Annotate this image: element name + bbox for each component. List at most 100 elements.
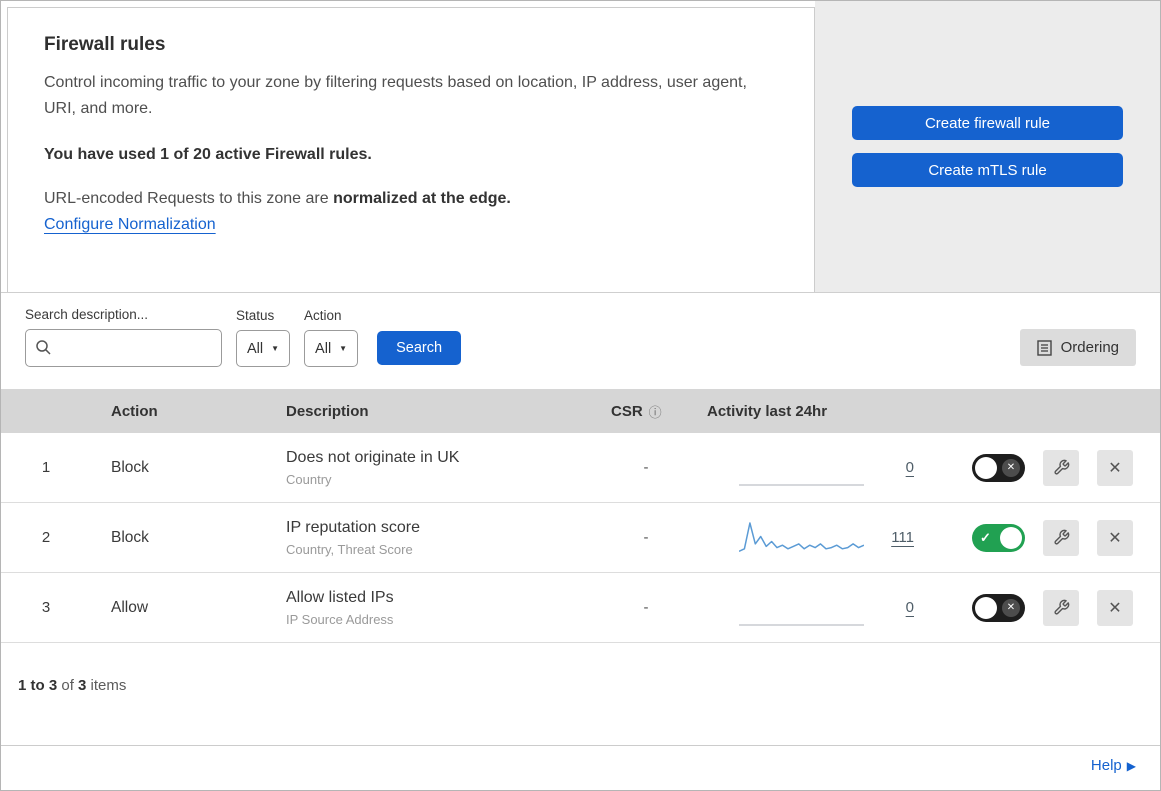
delete-rule-button[interactable]: ✕ bbox=[1097, 589, 1133, 626]
toggle-knob bbox=[975, 456, 997, 479]
rules-usage-text: You have used 1 of 20 active Firewall ru… bbox=[44, 145, 372, 163]
wrench-icon bbox=[1053, 459, 1069, 475]
configure-normalization-link[interactable]: Configure Normalization bbox=[44, 216, 216, 234]
rule-fields: Country bbox=[286, 471, 332, 487]
summary-items: items bbox=[86, 677, 127, 694]
rule-enabled-toggle[interactable]: ✓ ✕ bbox=[972, 523, 1025, 552]
ordering-button-label: Ordering bbox=[1060, 339, 1119, 356]
search-group: Search description... bbox=[25, 307, 222, 367]
activity-sparkline bbox=[739, 483, 864, 486]
rule-csr-value: - bbox=[643, 529, 649, 546]
header-csr: CSR ⓘ bbox=[591, 402, 701, 421]
activity-sparkline bbox=[739, 521, 864, 552]
header-description: Description bbox=[286, 402, 369, 420]
activity-count-link[interactable]: 0 bbox=[906, 599, 914, 616]
toggle-x-icon: ✕ bbox=[1002, 458, 1020, 477]
chevron-down-icon: ▼ bbox=[339, 344, 348, 353]
rule-action: Allow bbox=[111, 598, 149, 616]
rule-action: Block bbox=[111, 528, 149, 546]
arrow-right-icon: ▶ bbox=[1126, 759, 1136, 773]
rule-description-cell: IP reputation score Country, Threat Scor… bbox=[266, 519, 591, 557]
rule-activity-cell: 0 bbox=[701, 588, 956, 628]
summary-of: of bbox=[57, 677, 79, 694]
search-field-wrap bbox=[25, 329, 222, 367]
status-filter-group: Status All ▼ bbox=[236, 308, 291, 367]
toggle-knob bbox=[975, 596, 997, 619]
firewall-rules-page: Firewall rules Control incoming traffic … bbox=[0, 0, 1161, 791]
rule-enabled-toggle[interactable]: ✓ ✕ bbox=[972, 453, 1025, 482]
rule-controls: ✓ ✕ ✕ bbox=[956, 589, 1160, 626]
header-activity: Activity last 24hr bbox=[707, 402, 828, 420]
cta-panel: Create firewall rule Create mTLS rule bbox=[815, 1, 1160, 292]
rule-description-cell: Does not originate in UK Country bbox=[266, 449, 591, 487]
action-dropdown[interactable]: All ▼ bbox=[304, 330, 359, 367]
rule-description: Allow listed IPs bbox=[286, 588, 394, 606]
rule-description-cell: Allow listed IPs IP Source Address bbox=[266, 589, 591, 627]
edit-rule-button[interactable] bbox=[1043, 449, 1079, 486]
normalization-prefix: URL-encoded Requests to this zone are bbox=[44, 189, 334, 207]
info-icon[interactable]: ⓘ bbox=[649, 402, 662, 421]
table-row: 3 Allow Allow listed IPs IP Source Addre… bbox=[1, 573, 1160, 643]
filter-bar: Search description... Status All ▼ Action… bbox=[1, 293, 1160, 389]
search-input[interactable] bbox=[25, 329, 222, 367]
toggle-knob bbox=[1000, 526, 1022, 549]
activity-count-link[interactable]: 111 bbox=[891, 529, 914, 546]
search-label: Search description... bbox=[25, 307, 149, 322]
summary-range: 1 to 3 bbox=[18, 677, 58, 694]
rule-fields: IP Source Address bbox=[286, 611, 394, 627]
table-row: 2 Block IP reputation score Country, Thr… bbox=[1, 503, 1160, 573]
status-label: Status bbox=[236, 308, 275, 323]
rule-description: Does not originate in UK bbox=[286, 448, 460, 466]
close-icon: ✕ bbox=[1108, 459, 1122, 477]
pagination-summary: 1 to 3 of 3 items bbox=[1, 643, 1160, 708]
ordering-button[interactable]: Ordering bbox=[1019, 329, 1136, 366]
rule-csr-value: - bbox=[643, 459, 649, 476]
rule-priority: 1 bbox=[41, 459, 51, 476]
toggle-x-icon: ✕ bbox=[1002, 598, 1020, 617]
close-icon: ✕ bbox=[1108, 599, 1122, 617]
page-description: Control incoming traffic to your zone by… bbox=[44, 74, 747, 117]
create-mtls-rule-button[interactable]: Create mTLS rule bbox=[852, 153, 1123, 187]
status-dropdown[interactable]: All ▼ bbox=[236, 330, 291, 367]
header-csr-label: CSR bbox=[611, 402, 643, 420]
toggle-check-icon: ✓ bbox=[980, 529, 991, 545]
activity-sparkline bbox=[739, 623, 864, 626]
page-title: Firewall rules bbox=[44, 34, 166, 55]
chevron-down-icon: ▼ bbox=[271, 344, 280, 353]
list-icon bbox=[1036, 339, 1052, 356]
action-dropdown-value: All bbox=[315, 340, 332, 357]
status-dropdown-value: All bbox=[247, 340, 264, 357]
wrench-icon bbox=[1053, 529, 1069, 545]
action-filter-group: Action All ▼ bbox=[304, 308, 359, 367]
create-firewall-rule-button[interactable]: Create firewall rule bbox=[852, 106, 1123, 140]
rule-controls: ✓ ✕ ✕ bbox=[956, 449, 1160, 486]
rule-enabled-toggle[interactable]: ✓ ✕ bbox=[972, 593, 1025, 622]
rule-activity-cell: 0 bbox=[701, 448, 956, 488]
rule-priority: 3 bbox=[41, 599, 51, 616]
edit-rule-button[interactable] bbox=[1043, 589, 1079, 626]
help-bar: Help ▶ bbox=[1, 745, 1160, 790]
header-action: Action bbox=[111, 402, 158, 420]
search-button[interactable]: Search bbox=[377, 331, 462, 365]
edit-rule-button[interactable] bbox=[1043, 519, 1079, 556]
activity-count-link[interactable]: 0 bbox=[906, 459, 914, 476]
overview-section: Firewall rules Control incoming traffic … bbox=[1, 1, 1160, 293]
delete-rule-button[interactable]: ✕ bbox=[1097, 449, 1133, 486]
close-icon: ✕ bbox=[1108, 529, 1122, 547]
rule-description: IP reputation score bbox=[286, 518, 421, 536]
rule-priority: 2 bbox=[41, 529, 51, 546]
rule-fields: Country, Threat Score bbox=[286, 541, 413, 557]
delete-rule-button[interactable]: ✕ bbox=[1097, 519, 1133, 556]
wrench-icon bbox=[1053, 599, 1069, 615]
rule-controls: ✓ ✕ ✕ bbox=[956, 519, 1160, 556]
table-header: Action Description CSR ⓘ Activity last 24… bbox=[1, 389, 1160, 433]
rule-activity-cell: 111 bbox=[701, 518, 956, 558]
help-link[interactable]: Help bbox=[1091, 757, 1122, 774]
rule-csr-value: - bbox=[643, 599, 649, 616]
overview-card: Firewall rules Control incoming traffic … bbox=[7, 7, 815, 292]
rule-action: Block bbox=[111, 458, 149, 476]
action-label: Action bbox=[304, 308, 342, 323]
table-row: 1 Block Does not originate in UK Country… bbox=[1, 433, 1160, 503]
normalization-text: URL-encoded Requests to this zone are no… bbox=[44, 190, 778, 208]
normalization-bold: normalized at the edge. bbox=[333, 189, 511, 207]
